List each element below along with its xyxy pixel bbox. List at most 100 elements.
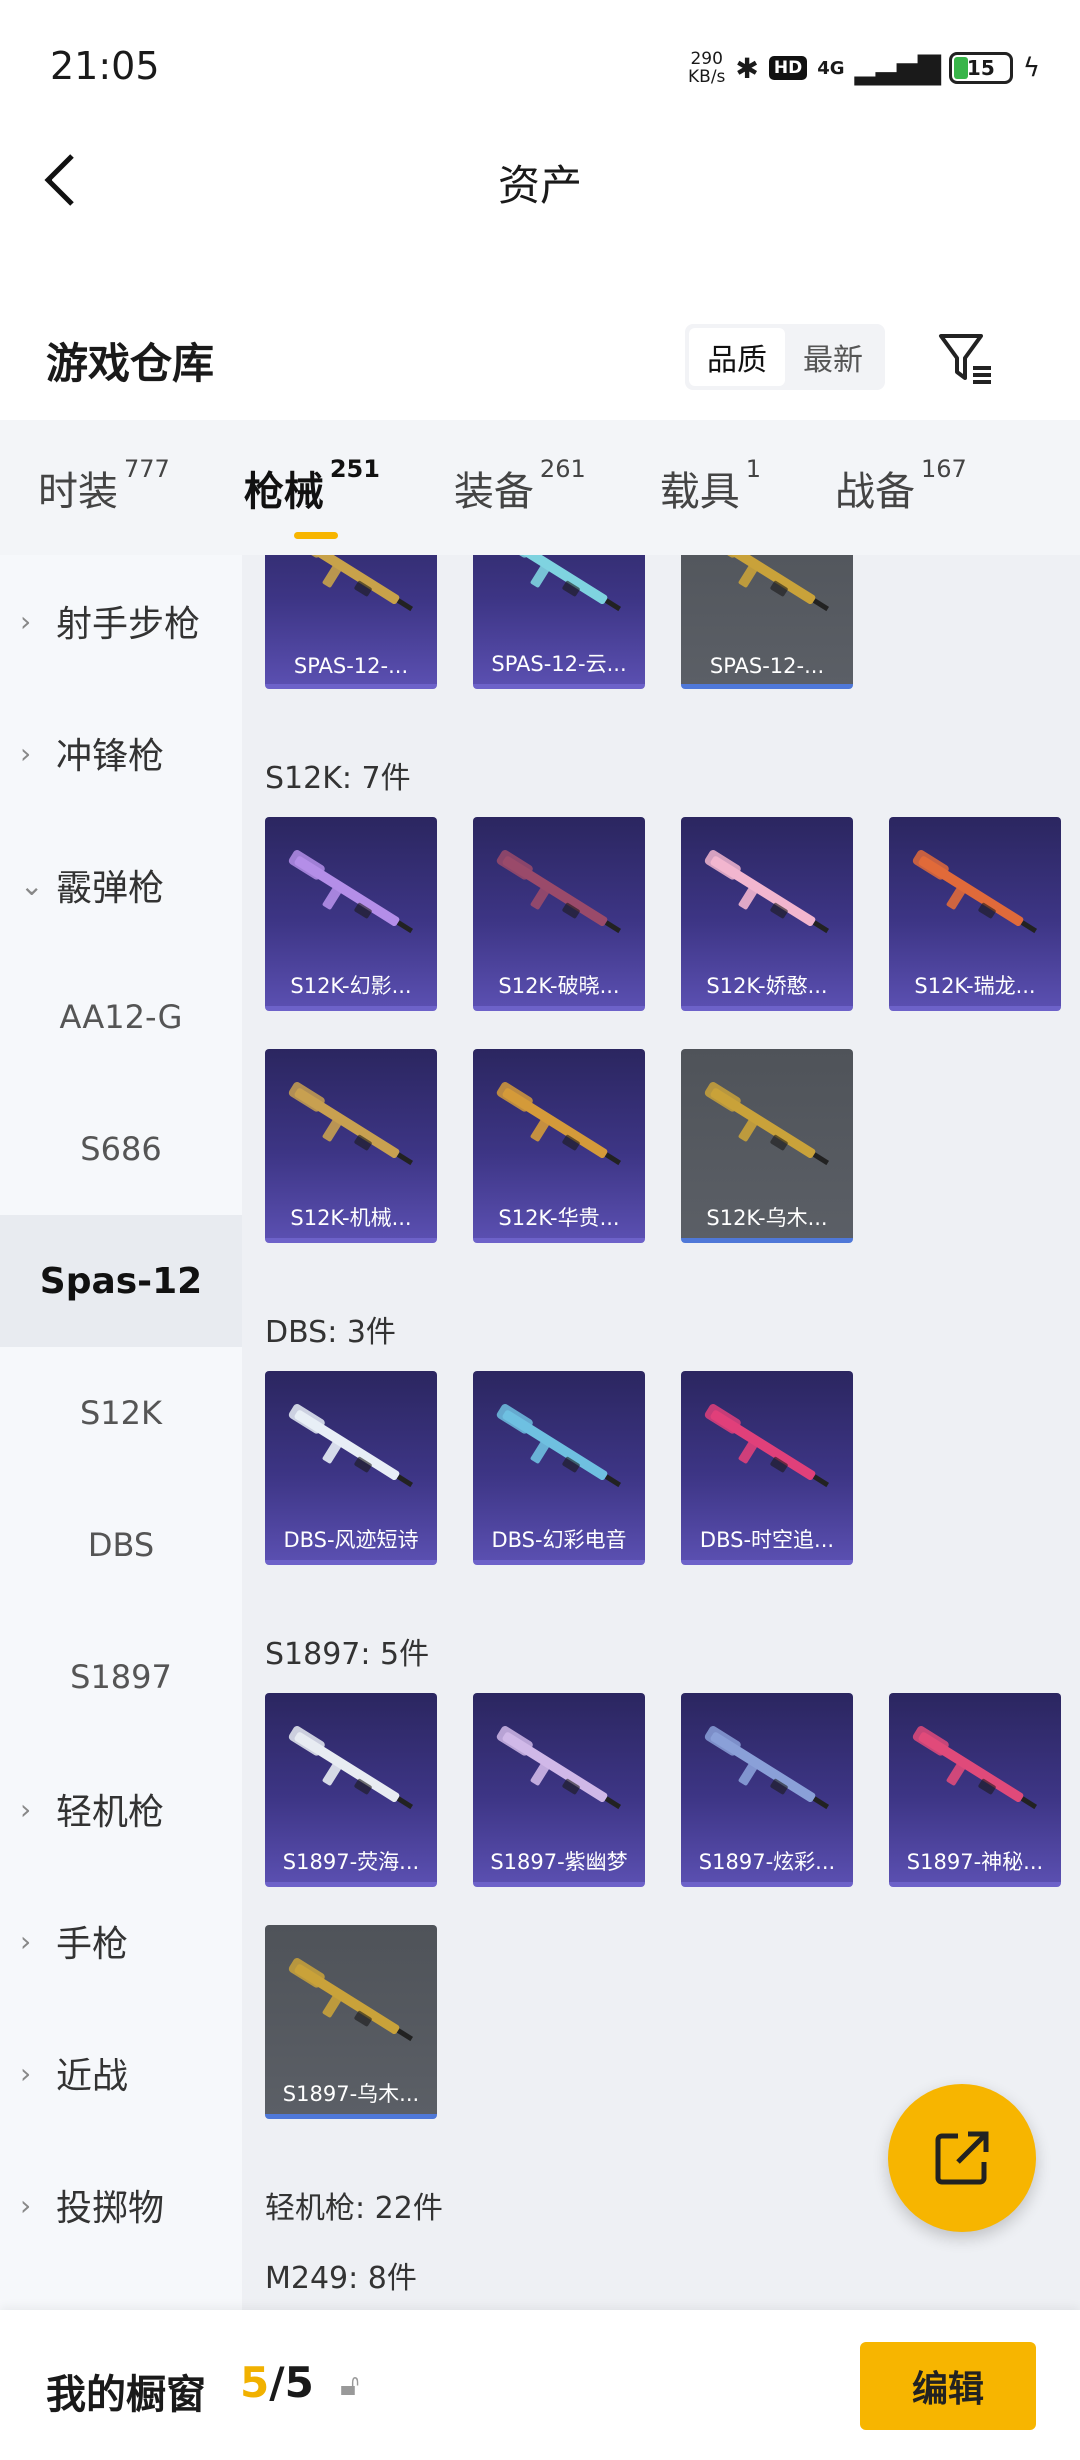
- sidebar-item-label: 轻机枪: [56, 1792, 165, 1833]
- charging-icon: ϟ: [1022, 53, 1040, 83]
- gun-icon: [704, 850, 830, 934]
- status-bar: 21:05 290 KB/s ✱ HD 4G ▂▃▅▇ 15 ϟ: [0, 0, 1080, 130]
- weapon-card[interactable]: S12K-机械...: [265, 1049, 437, 1243]
- tab-3[interactable]: 载具 1: [660, 455, 761, 517]
- gun-icon: [288, 850, 414, 934]
- weapon-card[interactable]: S12K-幻影...: [265, 817, 437, 1011]
- tab-2[interactable]: 装备 261: [454, 455, 586, 517]
- weapon-card[interactable]: S12K-瑞龙...: [889, 817, 1061, 1011]
- sidebar-item[interactable]: Spas-12: [0, 1215, 242, 1347]
- item-list[interactable]: SPAS-12-... SPAS-12-云... SPAS-12-... S12K: …: [242, 555, 1080, 2310]
- weapon-card-label: DBS-时空追...: [699, 1528, 835, 1552]
- weapon-card[interactable]: S12K-娇憨...: [681, 817, 853, 1011]
- page-title: 资产: [497, 161, 582, 210]
- gun-icon: [288, 1958, 414, 2042]
- weapon-card-label: S12K-华贵...: [498, 1206, 620, 1230]
- sidebar-item[interactable]: DBS: [0, 1479, 242, 1611]
- sidebar-item[interactable]: › 近战: [0, 2007, 242, 2139]
- chevron-right-icon: ›: [20, 736, 32, 770]
- weapon-card-label: S1897-炫彩...: [698, 1850, 836, 1874]
- weapon-card-label: SPAS-12-...: [709, 654, 825, 678]
- sidebar-item-label: 射手步枪: [56, 604, 201, 645]
- sidebar-item[interactable]: S12K: [0, 1347, 242, 1479]
- weapon-card[interactable]: S12K-破晓...: [473, 817, 645, 1011]
- gun-icon: [496, 1404, 622, 1488]
- share-button[interactable]: [888, 2084, 1036, 2232]
- tab-1[interactable]: 枪械 251: [244, 455, 380, 539]
- sidebar-item-label: 冲锋枪: [56, 736, 165, 777]
- weapon-card[interactable]: S12K-乌木...: [681, 1049, 853, 1243]
- battery-icon: 15: [948, 52, 1013, 84]
- weapon-card[interactable]: S12K-华贵...: [473, 1049, 645, 1243]
- share-icon: [935, 2131, 989, 2185]
- tab-4[interactable]: 战备 167: [835, 455, 967, 517]
- sidebar-item[interactable]: S1897: [0, 1611, 242, 1743]
- sort-newest-button[interactable]: 最新: [785, 328, 881, 386]
- cell-type: 4G: [817, 57, 845, 79]
- weapon-card[interactable]: S1897-紫幽梦: [473, 1693, 645, 1887]
- chevron-right-icon: ›: [20, 1792, 32, 1826]
- gun-icon: [288, 1404, 414, 1488]
- sidebar-item-label: 霰弹枪: [56, 868, 165, 909]
- repo-title: 游戏仓库: [46, 339, 215, 388]
- weapon-card-label: S12K-瑞龙...: [914, 974, 1036, 998]
- weapon-card-label: S1897-紫幽梦: [490, 1850, 628, 1874]
- weapon-sidebar: › 射手步枪 › 冲锋枪 ⌄ 霰弹枪 AA12-G S686 Spas-12 S12K DBS S18…: [0, 555, 242, 2310]
- section-title: M249: 8件: [265, 2261, 417, 2296]
- weapon-card[interactable]: S1897-荧海...: [265, 1693, 437, 1887]
- gun-icon: [704, 1726, 830, 1810]
- weapon-card[interactable]: SPAS-12-云...: [473, 555, 645, 689]
- sort-toggle: 品质 最新: [685, 324, 885, 390]
- lock-icon: 🔓︎: [340, 2368, 360, 2403]
- sidebar-item-label: 近战: [56, 2056, 129, 2097]
- sort-quality-button[interactable]: 品质: [689, 328, 785, 386]
- item-grid: DBS-风迹短诗 DBS-幻彩电音 DBS-时空追...: [265, 1371, 1065, 1603]
- weapon-card[interactable]: DBS-时空追...: [681, 1371, 853, 1565]
- showcase-label: 我的橱窗: [46, 2372, 206, 2418]
- weapon-card[interactable]: DBS-幻彩电音: [473, 1371, 645, 1565]
- sidebar-item-label: 手枪: [56, 1924, 129, 1965]
- weapon-card[interactable]: S1897-乌木...: [265, 1925, 437, 2119]
- weapon-card-label: S1897-乌木...: [282, 2082, 420, 2106]
- sidebar-item[interactable]: › 手枪: [0, 1875, 242, 2007]
- bluetooth-icon: ✱: [735, 51, 759, 85]
- weapon-card-label: DBS-幻彩电音: [491, 1528, 627, 1552]
- weapon-card-label: S12K-娇憨...: [706, 974, 828, 998]
- section-title: DBS: 3件: [265, 1315, 396, 1350]
- section-title: S1897: 5件: [265, 1637, 430, 1672]
- chevron-down-icon: ⌄: [20, 868, 44, 902]
- weapon-card[interactable]: SPAS-12-...: [265, 555, 437, 689]
- chevron-right-icon: ›: [20, 604, 32, 638]
- sidebar-item[interactable]: › 投掷物: [0, 2139, 242, 2271]
- app-header: 资产: [0, 130, 1080, 240]
- filter-icon[interactable]: [935, 328, 995, 388]
- sidebar-item[interactable]: S686: [0, 1083, 242, 1215]
- weapon-card[interactable]: SPAS-12-...: [681, 555, 853, 689]
- item-grid: S12K-幻影... S12K-破晓... S12K-娇憨... S12K-瑞龙...…: [265, 817, 1065, 1281]
- edit-button[interactable]: 编辑: [860, 2342, 1036, 2430]
- weapon-card[interactable]: DBS-风迹短诗: [265, 1371, 437, 1565]
- weapon-card[interactable]: S1897-神秘...: [889, 1693, 1061, 1887]
- gun-icon: [704, 1404, 830, 1488]
- sidebar-item[interactable]: › 冲锋枪: [0, 687, 242, 819]
- sidebar-item[interactable]: › 轻机枪: [0, 1743, 242, 1875]
- gun-icon: [288, 1726, 414, 1810]
- net-speed: 290 KB/s: [688, 49, 726, 87]
- sidebar-item-label: Spas-12: [39, 1260, 203, 1302]
- gun-icon: [496, 850, 622, 934]
- showcase-bar: 我的橱窗 5/5 🔓︎ 编辑: [0, 2310, 1080, 2460]
- repo-header: 游戏仓库 品质 最新: [0, 300, 1080, 420]
- sidebar-item[interactable]: AA12-G: [0, 951, 242, 1083]
- tab-0[interactable]: 时装 777: [38, 455, 170, 517]
- gun-icon: [496, 1082, 622, 1166]
- sidebar-item[interactable]: › 射手步枪: [0, 555, 242, 687]
- weapon-card-label: S12K-机械...: [290, 1206, 412, 1230]
- gun-icon: [912, 1726, 1038, 1810]
- signal-icon: ▂▃▅▇: [854, 50, 941, 86]
- category-tabs: 时装 777 枪械 251 装备 261 载具 1 战备 167: [0, 420, 1080, 555]
- status-icons: 290 KB/s ✱ HD 4G ▂▃▅▇ 15 ϟ: [688, 48, 1040, 88]
- weapon-card[interactable]: S1897-炫彩...: [681, 1693, 853, 1887]
- chevron-right-icon: ›: [20, 1924, 32, 1958]
- sidebar-item[interactable]: ⌄ 霰弹枪: [0, 819, 242, 951]
- gun-icon: [496, 555, 622, 612]
